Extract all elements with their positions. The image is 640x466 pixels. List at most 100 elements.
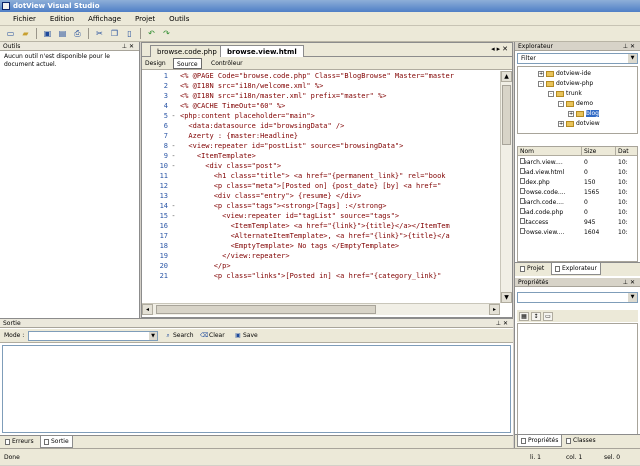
- scroll-down-icon[interactable]: ▼: [501, 292, 512, 303]
- panel-pin-close-icons[interactable]: ⊥✕: [496, 319, 510, 328]
- tree-node[interactable]: + blog: [568, 109, 599, 118]
- file-size: 0: [584, 159, 588, 166]
- search-button[interactable]: ⌕ Search: [164, 329, 193, 343]
- redo-icon[interactable]: ↷: [160, 28, 173, 40]
- code-text: Azerty : {master:Headline}: [180, 132, 299, 140]
- scroll-left-icon[interactable]: ◂: [142, 304, 153, 315]
- menu-affichage[interactable]: Affichage: [81, 12, 128, 26]
- code-line: 4 <% @CACHE TimeOut="60" %>: [142, 101, 500, 111]
- property-grid[interactable]: [517, 323, 638, 435]
- chevron-down-icon[interactable]: ▼: [149, 332, 157, 340]
- tab-browse-code-php[interactable]: browse.code.php: [150, 45, 224, 57]
- mode-dropdown[interactable]: ▼: [28, 331, 158, 341]
- folder-icon: [566, 120, 574, 127]
- undo-icon[interactable]: ↶: [145, 28, 158, 40]
- fold-marker[interactable]: -: [170, 111, 177, 121]
- tree-expander-icon[interactable]: +: [558, 120, 564, 127]
- tree-expander-icon[interactable]: +: [568, 110, 574, 117]
- tab-explorateur[interactable]: Explorateur: [551, 263, 601, 275]
- tab-sortie[interactable]: Sortie: [40, 436, 73, 448]
- fold-marker[interactable]: -: [170, 211, 177, 221]
- tree-node[interactable]: - trunk: [548, 89, 582, 98]
- output-text-area[interactable]: [2, 345, 511, 433]
- column-header-name[interactable]: Nom: [518, 147, 582, 156]
- menu-outils[interactable]: Outils: [162, 12, 196, 26]
- table-row[interactable]: .htaccess 945 10:: [518, 218, 637, 227]
- tab-erreurs-label: Erreurs: [12, 438, 34, 445]
- file-name-cell: read.code.php: [520, 208, 582, 217]
- column-header-size[interactable]: Size: [582, 147, 616, 156]
- column-header-date[interactable]: Dat: [616, 147, 637, 156]
- save-icon[interactable]: ▣: [41, 28, 54, 40]
- table-row[interactable]: index.php 150 10:: [518, 178, 637, 187]
- tree-node[interactable]: - demo: [558, 99, 593, 108]
- tree-expander-icon[interactable]: -: [548, 90, 554, 97]
- object-selector[interactable]: ▼: [517, 292, 638, 303]
- tree-node[interactable]: + dotview-ide: [538, 69, 591, 78]
- copy-icon[interactable]: ❐: [108, 28, 121, 40]
- fold-marker[interactable]: -: [170, 141, 177, 151]
- tab-nav-close-icons[interactable]: ◂▸✕: [491, 45, 510, 53]
- panel-pin-close-icons[interactable]: ⊥✕: [623, 278, 637, 287]
- line-number: 9: [163, 152, 168, 160]
- clear-button-label: Clear: [209, 332, 225, 339]
- file-name-cell: browse.code....: [520, 188, 582, 197]
- tab-projet[interactable]: Projet: [517, 263, 547, 275]
- print-icon[interactable]: ⎙: [71, 28, 84, 40]
- tree-expander-icon[interactable]: -: [558, 100, 564, 107]
- menu-projet[interactable]: Projet: [128, 12, 162, 26]
- paste-icon[interactable]: ▯: [123, 28, 136, 40]
- code-area[interactable]: 1 <% @PAGE Code="browse.code.php" Class="…: [142, 71, 500, 303]
- view-tab-controleur[interactable]: Contrôleur: [208, 58, 246, 69]
- code-text: <p class="meta">[Posted on] {post_date} …: [180, 182, 442, 190]
- tab-proprietes[interactable]: Propriétés: [517, 435, 563, 447]
- view-tab-source[interactable]: Source: [173, 58, 202, 69]
- categorized-icon[interactable]: ▦: [519, 311, 529, 321]
- panel-pin-close-icons[interactable]: ⊥✕: [122, 42, 136, 51]
- tree-expander-icon[interactable]: +: [538, 70, 544, 77]
- scroll-up-icon[interactable]: ▲: [501, 71, 512, 82]
- menu-fichier[interactable]: Fichier: [6, 12, 43, 26]
- table-row[interactable]: search.view.... 0 10:: [518, 158, 637, 167]
- file-size: 945: [584, 219, 596, 226]
- scroll-thumb[interactable]: [502, 85, 511, 145]
- fold-marker[interactable]: -: [170, 201, 177, 211]
- tab-classes[interactable]: Classes: [563, 435, 599, 447]
- tree-node[interactable]: - dotview-php: [538, 79, 593, 88]
- fold-marker[interactable]: -: [170, 151, 177, 161]
- scroll-thumb[interactable]: [156, 305, 376, 314]
- chevron-down-icon[interactable]: ▼: [628, 293, 637, 302]
- folder-icon: [566, 100, 574, 107]
- cut-icon[interactable]: ✂: [93, 28, 106, 40]
- open-folder-icon[interactable]: ▰: [19, 28, 32, 40]
- view-tab-design[interactable]: Design: [142, 58, 169, 69]
- save-button[interactable]: ▣ Save: [234, 329, 258, 343]
- tree-expander-icon[interactable]: -: [538, 80, 544, 87]
- clear-button[interactable]: ⌫Clear: [200, 329, 225, 343]
- editor-horizontal-scrollbar[interactable]: ◂ ▸: [142, 303, 500, 315]
- filter-dropdown[interactable]: Filter ▼: [517, 53, 638, 64]
- code-line: 9- <ItemTemplate>: [142, 151, 500, 161]
- panel-pin-close-icons[interactable]: ⊥✕: [623, 42, 637, 51]
- table-row[interactable]: read.view.html 0 10:: [518, 168, 637, 177]
- fold-marker[interactable]: -: [170, 161, 177, 171]
- property-pages-icon[interactable]: ▭: [543, 311, 553, 321]
- save-all-icon[interactable]: ▤: [56, 28, 69, 40]
- table-row[interactable]: browse.view.... 1604 10:: [518, 228, 637, 237]
- tree-node-label: dotview: [576, 120, 600, 127]
- line-number: 17: [159, 232, 168, 240]
- chevron-down-icon[interactable]: ▼: [628, 54, 637, 63]
- tab-erreurs[interactable]: Erreurs: [2, 436, 37, 448]
- code-line: 14- <p class="tags"><strong>[Tags] :</st…: [142, 201, 500, 211]
- line-number: 8: [163, 142, 168, 150]
- alphabetical-icon[interactable]: ↕: [531, 311, 541, 321]
- line-number: 18: [159, 242, 168, 250]
- editor-vertical-scrollbar[interactable]: ▲ ▼: [500, 71, 512, 303]
- table-row[interactable]: browse.code.... 1565 10:: [518, 188, 637, 197]
- menu-edition[interactable]: Edition: [43, 12, 81, 26]
- new-file-icon[interactable]: ▭: [4, 28, 17, 40]
- scroll-right-icon[interactable]: ▸: [489, 304, 500, 315]
- table-row[interactable]: read.code.php 0 10:: [518, 208, 637, 217]
- table-row[interactable]: search.code.... 0 10:: [518, 198, 637, 207]
- tree-node[interactable]: + dotview: [558, 119, 600, 128]
